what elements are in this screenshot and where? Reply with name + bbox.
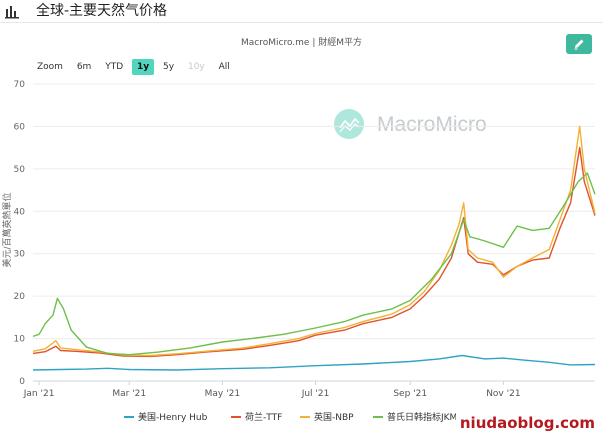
y-tick-label: 0 xyxy=(19,377,25,387)
y-tick-label: 40 xyxy=(14,207,26,217)
x-tick-label: Nov '21 xyxy=(486,389,520,399)
brand-name: MacroMicro xyxy=(377,113,487,136)
legend-label: 美国-Henry Hub xyxy=(138,411,208,423)
y-axis-label: 美元/百萬英熱單位 xyxy=(1,192,13,267)
legend-label: 荷兰-TTF xyxy=(245,411,282,423)
y-tick-label: 50 xyxy=(14,165,26,175)
legend-item-1[interactable]: 荷兰-TTF xyxy=(231,411,282,423)
series-line-1 xyxy=(32,146,596,358)
legend-item-2[interactable]: 英国-NBP xyxy=(300,411,354,423)
watermark: niudaoblog.com xyxy=(455,412,599,434)
y-tick-label: 10 xyxy=(14,335,26,345)
legend-item-3[interactable]: 普氏日韩指标JKM xyxy=(373,411,457,423)
y-tick-label: 30 xyxy=(14,250,26,260)
natural-gas-price-chart: MacroMicro 0 10 20 30 40 50 60 70 Jan '21 Mar '2… xyxy=(1,80,596,423)
x-tick-label: Sep '21 xyxy=(393,389,427,399)
legend-label: 普氏日韩指标JKM xyxy=(387,411,457,423)
y-tick-label: 70 xyxy=(14,80,26,90)
x-tick-label: Jul '21 xyxy=(301,389,330,399)
x-tick-label: Jan '21 xyxy=(23,389,55,399)
series-line-0 xyxy=(32,354,596,371)
legend-item-0[interactable]: 美国-Henry Hub xyxy=(124,411,208,423)
macromicro-logo: MacroMicro xyxy=(334,109,487,139)
y-tick-label: 60 xyxy=(14,122,26,132)
x-tick-label: May '21 xyxy=(205,389,240,399)
x-tick-label: Mar '21 xyxy=(112,389,146,399)
series-line-3 xyxy=(32,172,596,356)
y-tick-label: 20 xyxy=(14,292,26,302)
legend-label: 英国-NBP xyxy=(314,411,354,423)
series-line-2 xyxy=(32,125,596,357)
